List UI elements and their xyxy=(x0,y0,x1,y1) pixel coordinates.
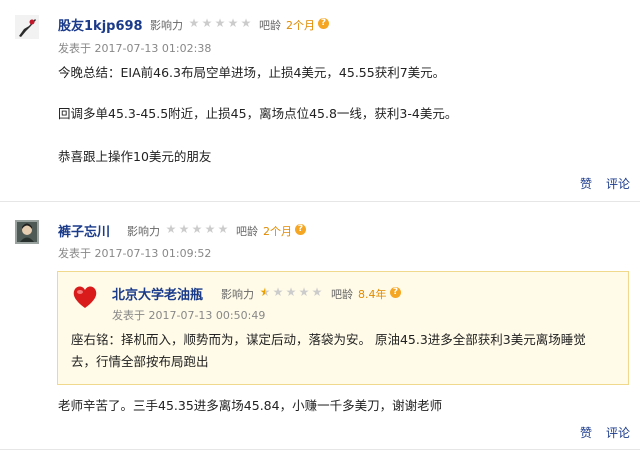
like-button[interactable]: 赞 xyxy=(580,424,592,441)
half-star-icon: ★ xyxy=(259,285,271,299)
question-circle-icon[interactable]: ? xyxy=(390,287,401,298)
influence-stars: ★ ★ ★ ★ ★ xyxy=(259,286,323,298)
age-value: 8.4年 xyxy=(358,288,387,301)
influence-stars: ★ ★ ★ ★ ★ xyxy=(165,223,229,235)
star-icon: ★ xyxy=(165,222,177,236)
star-icon: ★ xyxy=(285,285,297,299)
star-icon: ★ xyxy=(240,16,252,30)
age-value: 2个月 xyxy=(286,19,315,32)
comment-button[interactable]: 评论 xyxy=(606,424,630,441)
quoted-line: 座右铭：择机而入，顺势而为，谋定后动，落袋为安。 原油45.3进多全部获利3美元… xyxy=(71,332,586,347)
age-label: 吧龄 xyxy=(259,19,281,32)
post-line: 恭喜跟上操作10美元的朋友 xyxy=(58,149,212,164)
star-icon: ★ xyxy=(298,285,310,299)
red-heart-icon[interactable] xyxy=(71,283,99,311)
divider xyxy=(0,201,640,202)
star-icon: ★ xyxy=(191,222,203,236)
user-avatar[interactable] xyxy=(15,15,39,39)
post-time: 发表于 2017-07-13 01:02:38 xyxy=(58,42,212,55)
quoted-post-time: 发表于 2017-07-13 00:50:49 xyxy=(112,309,266,322)
question-circle-icon[interactable]: ? xyxy=(295,224,306,235)
quoted-line: 去，行情全部按布局跑出 xyxy=(71,354,209,369)
star-icon: ★ xyxy=(204,222,216,236)
post-time: 发表于 2017-07-13 01:09:52 xyxy=(58,247,212,260)
influence-label: 影响力 xyxy=(221,288,254,301)
star-icon: ★ xyxy=(188,16,200,30)
influence-stars: ★ ★ ★ ★ ★ xyxy=(188,17,252,29)
age-value: 2个月 xyxy=(263,225,292,238)
post-line: 今晚总结：EIA前46.3布局空单进场，止损4美元，45.55获利7美元。 xyxy=(58,65,446,80)
star-icon: ★ xyxy=(227,16,239,30)
comment-button[interactable]: 评论 xyxy=(606,175,630,192)
star-icon: ★ xyxy=(178,222,190,236)
age-label: 吧龄 xyxy=(236,225,258,238)
question-circle-icon[interactable]: ? xyxy=(318,18,329,29)
influence-label: 影响力 xyxy=(127,225,160,238)
star-icon: ★ xyxy=(201,16,213,30)
star-icon: ★ xyxy=(217,222,229,236)
influence-label: 影响力 xyxy=(150,19,183,32)
star-icon: ★ xyxy=(311,285,323,299)
username[interactable]: 股友1kjp698 xyxy=(58,15,143,34)
user-avatar[interactable] xyxy=(15,220,39,244)
username[interactable]: 裤子忘川 xyxy=(58,221,110,240)
star-icon: ★ xyxy=(214,16,226,30)
post-line: 老师辛苦了。三手45.35进多离场45.84，小赚一千多美刀，谢谢老师 xyxy=(58,398,443,413)
star-icon: ★ xyxy=(272,285,284,299)
quoted-username[interactable]: 北京大学老油瓶 xyxy=(112,284,203,303)
like-button[interactable]: 赞 xyxy=(580,175,592,192)
post-line: 回调多单45.3-45.5附近，止损45，离场点位45.8一线，获利3-4美元。 xyxy=(58,106,458,121)
divider xyxy=(0,449,640,450)
age-label: 吧龄 xyxy=(331,288,353,301)
